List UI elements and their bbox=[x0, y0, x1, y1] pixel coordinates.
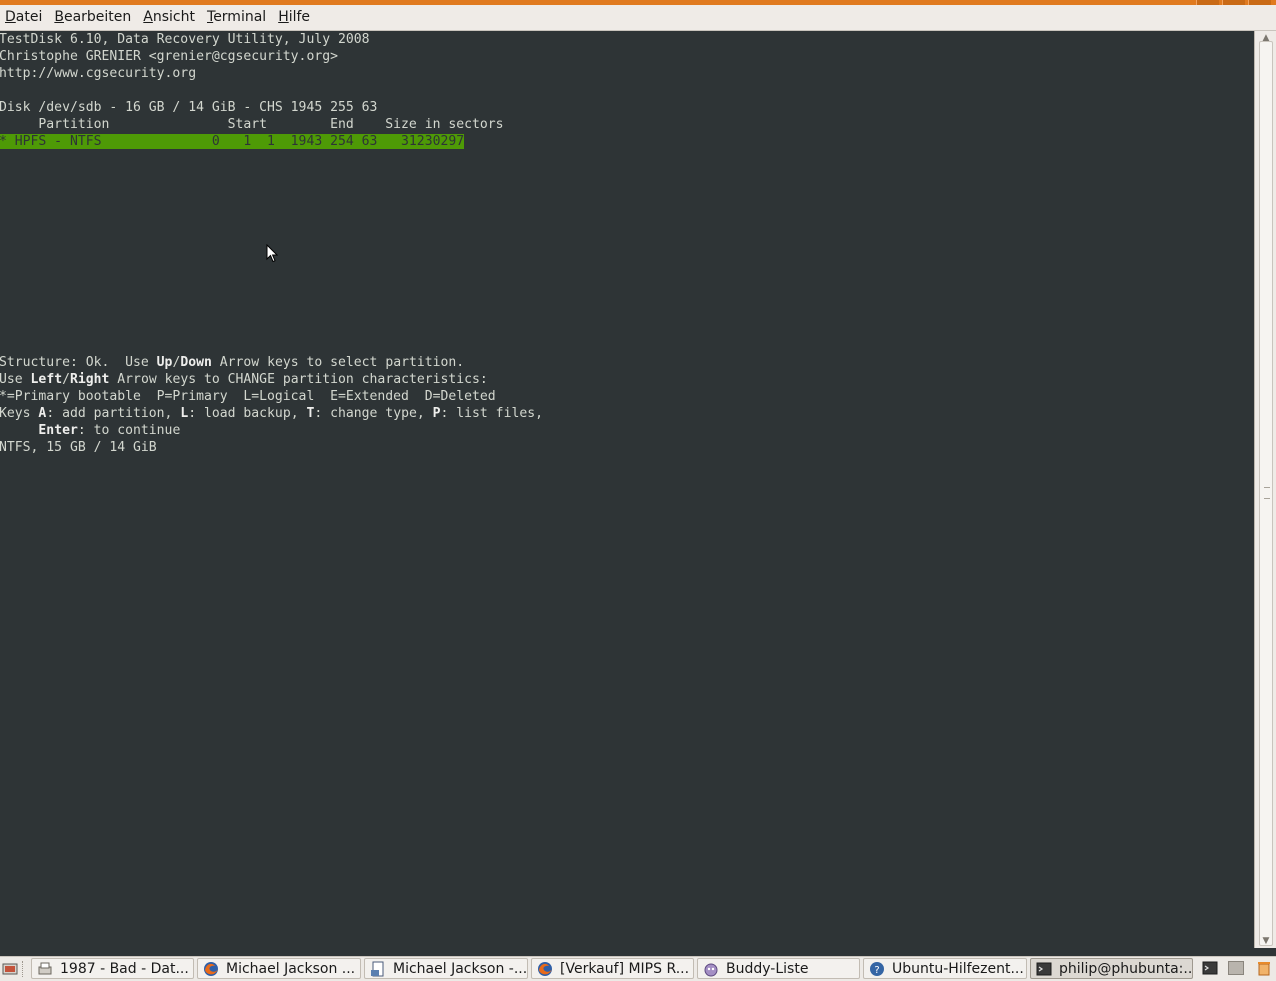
menu-terminal[interactable]: Terminal bbox=[202, 5, 272, 30]
firefox-icon bbox=[204, 962, 218, 976]
terminal-view[interactable]: TestDisk 6.10, Data Recovery Utility, Ju… bbox=[0, 31, 1254, 948]
vertical-scrollbar[interactable]: ▲ ▼ bbox=[1254, 31, 1276, 948]
status-line-5: NTFS, 15 GB / 14 GiB bbox=[0, 440, 157, 455]
taskbar-button-3[interactable]: [Verkauf] MIPS R... bbox=[531, 958, 694, 979]
show-desktop-icon[interactable] bbox=[2, 961, 18, 977]
firefox-icon bbox=[538, 962, 552, 976]
scrollbar-grip bbox=[1264, 487, 1270, 499]
status-line-0: Structure: Ok. Use Up/Down Arrow keys to… bbox=[0, 355, 465, 370]
menubar: Datei Bearbeiten Ansicht Terminal Hilfe bbox=[0, 5, 1276, 31]
taskbar-button-1[interactable]: Michael Jackson ... bbox=[197, 958, 361, 979]
taskbar-button-label: philip@phubunta:... bbox=[1059, 961, 1193, 977]
trash-icon[interactable] bbox=[1256, 960, 1272, 976]
taskbar-button-0[interactable]: 1987 - Bad - Dat... bbox=[31, 958, 194, 979]
disk-info-line: Disk /dev/sdb - 16 GB / 14 GiB - CHS 194… bbox=[0, 100, 378, 115]
menu-hilfe[interactable]: Hilfe bbox=[273, 5, 316, 30]
selected-partition-highlight[interactable]: * HPFS - NTFS 0 1 1 1943 254 63 31230297 bbox=[0, 134, 465, 149]
status-line-4: Enter: to continue bbox=[38, 423, 181, 438]
terminal-icon bbox=[1036, 962, 1052, 976]
taskbar-button-label: Michael Jackson ... bbox=[226, 961, 356, 977]
taskbar-separator bbox=[22, 961, 26, 977]
header-line-0: TestDisk 6.10, Data Recovery Utility, Ju… bbox=[0, 32, 370, 47]
menu-ansicht[interactable]: Ansicht bbox=[138, 5, 201, 30]
menu-datei[interactable]: Datei bbox=[0, 5, 48, 30]
help-icon: ? bbox=[870, 962, 884, 976]
taskbar-button-6[interactable]: philip@phubunta:... bbox=[1030, 958, 1193, 979]
terminal-tray-icon[interactable] bbox=[1202, 960, 1218, 976]
partition-row: * HPFS - NTFS 0 1 1 1943 254 63 31230297 bbox=[0, 133, 543, 150]
taskbar-button-label: 1987 - Bad - Dat... bbox=[60, 961, 189, 977]
taskbar-button-4[interactable]: Buddy-Liste bbox=[697, 958, 860, 979]
taskbar: 1987 - Bad - Dat... Michael Jackson ... Mi… bbox=[0, 956, 1276, 981]
partition-table-header: Partition Start End Size in sectors bbox=[0, 117, 504, 132]
status-line-3: Keys A: add partition, L: load backup, T… bbox=[0, 406, 543, 421]
taskbar-button-label: Michael Jackson -... bbox=[393, 961, 528, 977]
taskbar-button-label: Ubuntu-Hilfezent... bbox=[892, 961, 1024, 977]
status-line-1: Use Left/Right Arrow keys to CHANGE part… bbox=[0, 372, 488, 387]
menu-bearbeiten[interactable]: Bearbeiten bbox=[49, 5, 137, 30]
header-line-1: Christophe GRENIER <grenier@cgsecurity.o… bbox=[0, 49, 338, 64]
mouse-pointer-icon bbox=[266, 244, 278, 263]
status-line-2: *=Primary bootable P=Primary L=Logical E… bbox=[0, 389, 496, 404]
document-viewer-icon bbox=[371, 961, 384, 977]
taskbar-button-label: Buddy-Liste bbox=[726, 961, 809, 977]
pidgin-icon bbox=[704, 963, 718, 977]
svg-text:?: ? bbox=[874, 965, 879, 976]
taskbar-button-label: [Verkauf] MIPS R... bbox=[560, 961, 690, 977]
scroll-down-arrow-icon[interactable]: ▼ bbox=[1255, 934, 1276, 948]
workspace-switcher-icon[interactable] bbox=[1228, 960, 1244, 976]
taskbar-button-5[interactable]: ? Ubuntu-Hilfezent... bbox=[863, 958, 1027, 979]
header-line-2: http://www.cgsecurity.org bbox=[0, 66, 197, 81]
printer-document-icon bbox=[38, 962, 52, 975]
taskbar-button-2[interactable]: Michael Jackson -... bbox=[364, 958, 528, 979]
